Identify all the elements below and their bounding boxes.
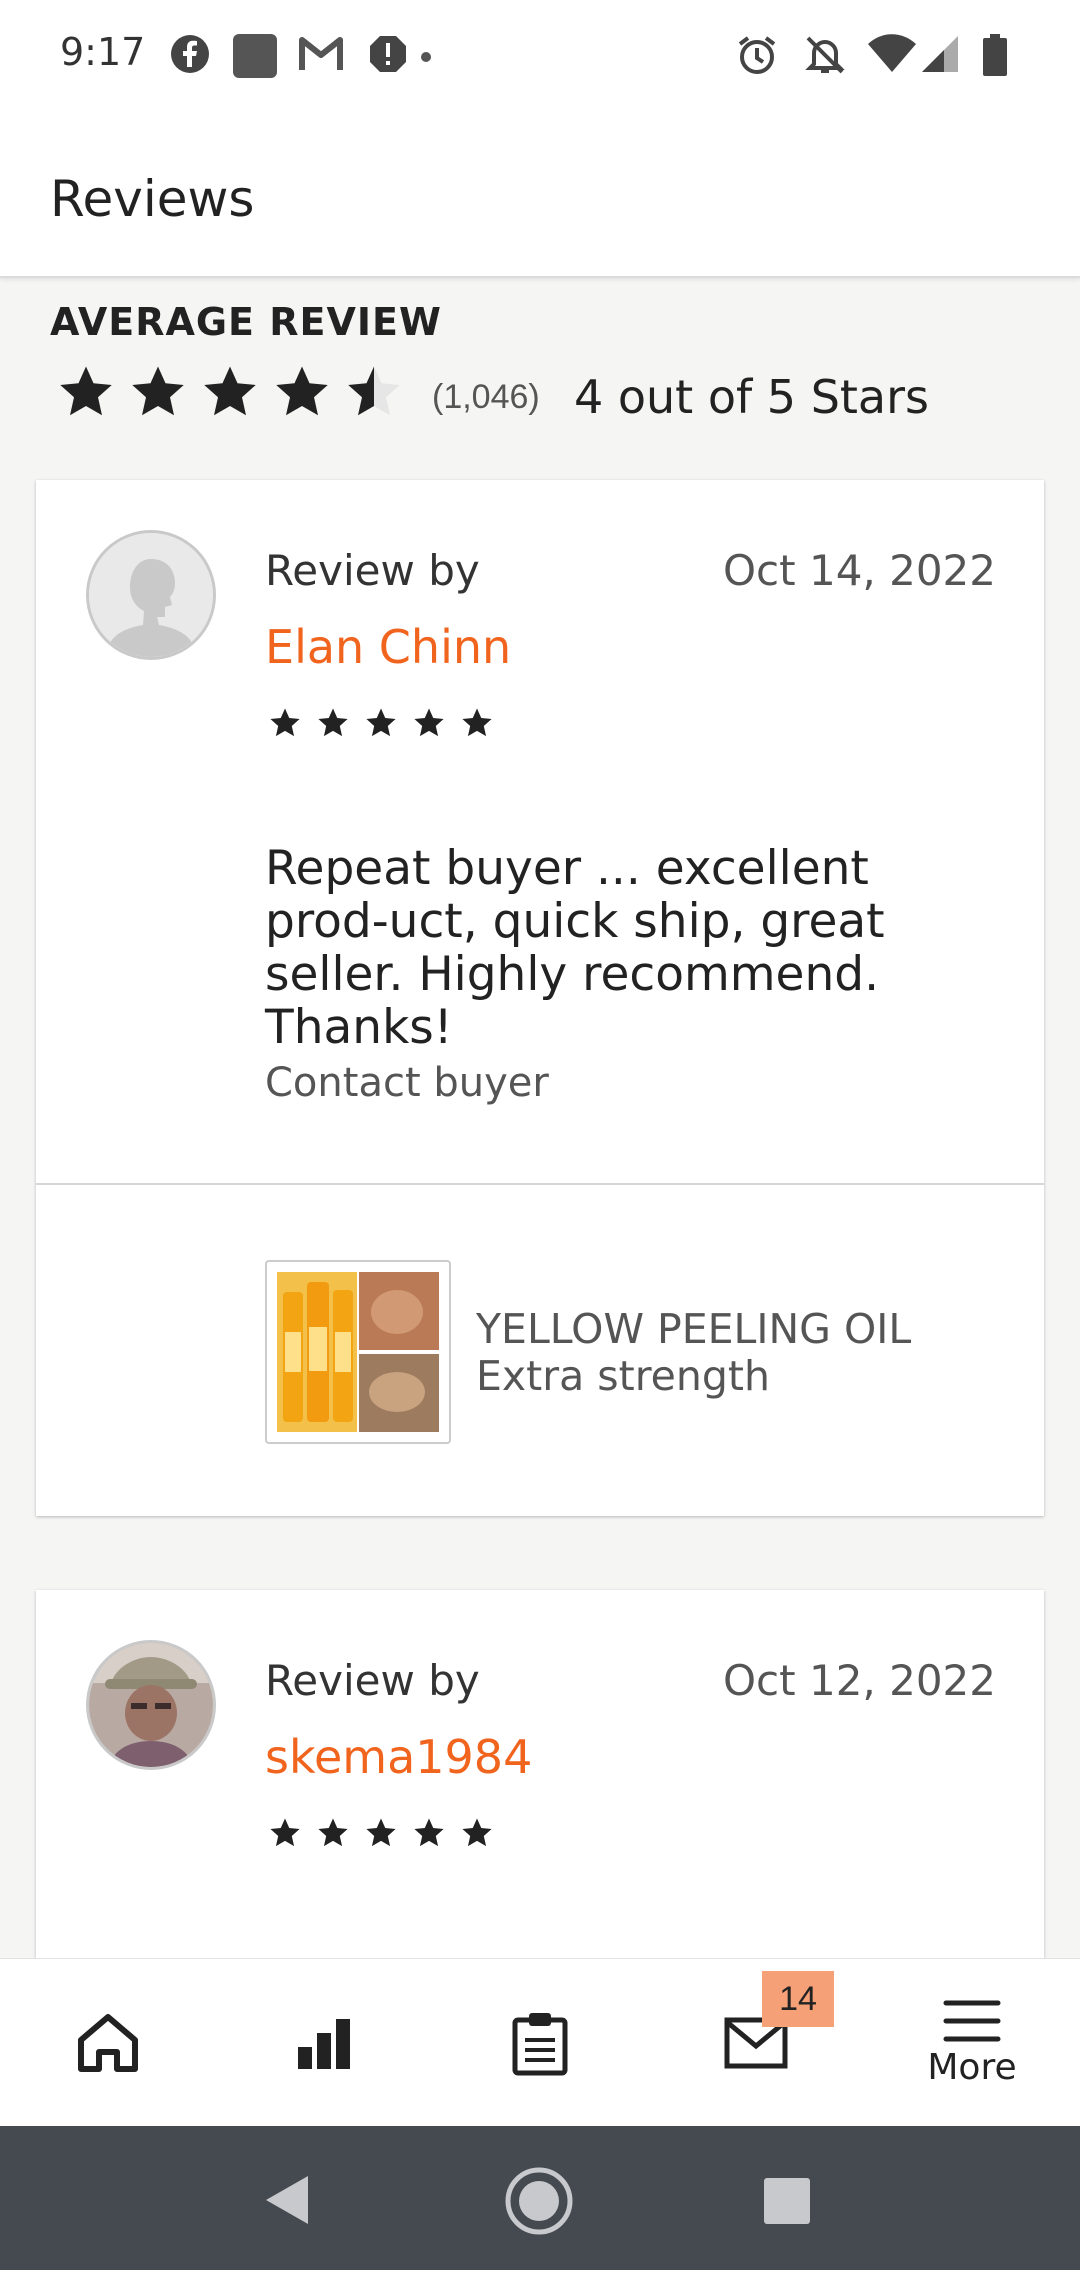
reviewer-name-link[interactable]: skema1984 [265, 1730, 532, 1784]
star-icon [132, 366, 184, 416]
user-photo-avatar [89, 1643, 213, 1767]
review-card: Review by Oct 12, 2022 skema1984 [36, 1590, 1044, 1990]
listing-title-line-1: YELLOW PEELING OIL [476, 1305, 912, 1353]
battery-icon [982, 34, 1008, 81]
default-avatar-icon [89, 533, 213, 657]
reviewer-name-link[interactable]: Elan Chinn [265, 620, 511, 674]
status-bar: 9:17 [0, 0, 1080, 110]
orders-icon [512, 2013, 568, 2076]
star-icon [462, 708, 492, 737]
star-icon [270, 708, 300, 737]
dot-icon [420, 50, 432, 68]
nav-orders[interactable] [432, 1959, 648, 2127]
more-label: More [927, 2046, 1017, 2088]
star-icon [318, 708, 348, 737]
review-card: Review by Oct 14, 2022 Elan Chinn Repeat… [36, 480, 1044, 1516]
review-text: Repeat buyer ... excellent prod-uct, qui… [265, 841, 885, 1055]
review-by-label: Review by [265, 546, 480, 595]
app-square-icon [232, 34, 278, 83]
product-photo-collage [277, 1272, 439, 1432]
listing-title[interactable]: YELLOW PEELING OIL Extra strength [476, 1306, 911, 1400]
app-bar: Reviews [0, 110, 1080, 278]
divider [36, 1183, 1044, 1185]
wifi-icon [868, 34, 916, 79]
listing-thumbnail[interactable] [265, 1260, 451, 1444]
star-icon [60, 366, 112, 416]
facebook-icon [170, 34, 210, 79]
nav-home[interactable] [0, 1959, 216, 2127]
star-icon [318, 1818, 348, 1847]
alarm-icon [736, 34, 778, 81]
avatar[interactable] [86, 1640, 216, 1770]
recents-icon[interactable] [764, 2178, 810, 2229]
home-circle-icon[interactable] [504, 2166, 574, 2241]
alert-icon [368, 34, 408, 79]
home-icon [78, 2014, 138, 2072]
system-navigation-bar [0, 2126, 1080, 2270]
bottom-navigation: 14 More [0, 1958, 1080, 2126]
signal-icon [922, 34, 960, 79]
avatar[interactable] [86, 530, 216, 660]
nav-more[interactable]: More [864, 1959, 1080, 2127]
star-icon [276, 366, 328, 416]
contact-buyer-link[interactable]: Contact buyer [265, 1060, 549, 1106]
average-rating-text: 4 out of 5 Stars [574, 370, 929, 424]
average-review-heading: AVERAGE REVIEW [50, 300, 442, 344]
star-icon [414, 1818, 444, 1847]
stats-icon [298, 2019, 350, 2069]
notifications-off-icon [804, 34, 846, 81]
star-icon [462, 1818, 492, 1847]
star-icon [414, 708, 444, 737]
menu-icon [943, 2000, 1001, 2041]
review-stars [268, 1816, 494, 1850]
star-icon [366, 1818, 396, 1847]
gmail-icon [298, 34, 344, 79]
nav-stats[interactable] [216, 1959, 432, 2127]
average-rating-stars [55, 362, 405, 422]
page-title: Reviews [50, 170, 255, 228]
review-stars [268, 706, 494, 740]
review-date: Oct 14, 2022 [723, 546, 996, 595]
star-icon [270, 1818, 300, 1847]
listing-title-line-2: Extra strength [476, 1352, 770, 1400]
messages-badge: 14 [762, 1971, 834, 2027]
review-date: Oct 12, 2022 [723, 1656, 996, 1705]
star-icon [366, 708, 396, 737]
back-icon[interactable] [262, 2174, 310, 2231]
review-by-label: Review by [265, 1656, 480, 1705]
status-time: 9:17 [60, 30, 146, 74]
star-icon [204, 366, 256, 416]
half-star-icon [348, 366, 400, 416]
review-count: (1,046) [432, 378, 540, 416]
